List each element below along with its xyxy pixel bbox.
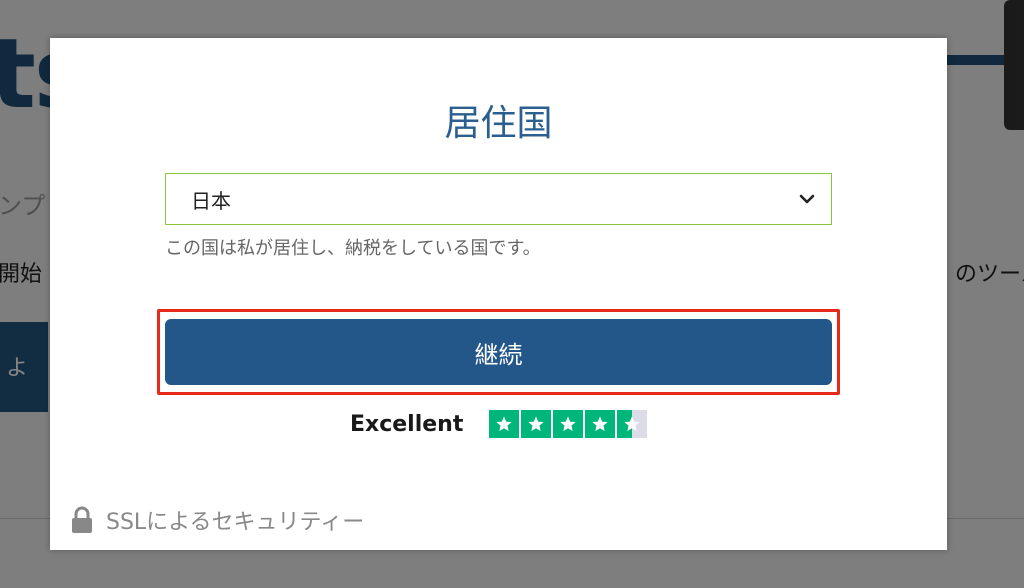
- ssl-security-notice: SSLによるセキュリティー: [70, 504, 364, 536]
- half-star-icon: [617, 410, 648, 438]
- country-of-residence-modal: 居住国 日本 この国は私が居住し、納税をしている国です。 継続 Excellen…: [50, 38, 947, 550]
- trust-rating[interactable]: Excellent: [350, 409, 648, 439]
- country-select[interactable]: 日本: [165, 173, 832, 225]
- star-icon: [585, 410, 616, 438]
- continue-button[interactable]: 継続: [165, 319, 832, 385]
- country-help-text: この国は私が居住し、納税をしている国です。: [165, 238, 541, 259]
- country-select-value: 日本: [191, 188, 231, 213]
- ssl-text: SSLによるセキュリティー: [106, 510, 365, 535]
- rating-label: Excellent: [350, 411, 464, 437]
- star-icon: [521, 410, 552, 438]
- lock-icon: [70, 506, 94, 534]
- star-icon: [489, 410, 520, 438]
- modal-title: 居住国: [444, 103, 553, 144]
- star-icon: [553, 410, 584, 438]
- chevron-down-icon: [799, 191, 815, 207]
- rating-stars: [489, 410, 648, 438]
